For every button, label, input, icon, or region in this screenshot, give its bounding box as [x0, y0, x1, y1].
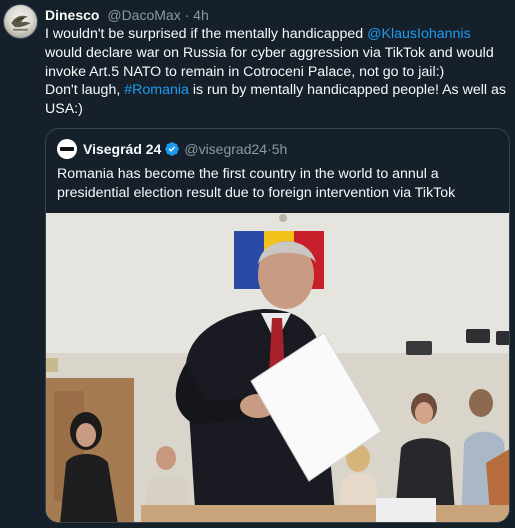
- quoted-author-avatar[interactable]: [57, 139, 77, 159]
- quoted-tweet-header: Visegrád 24 @visegrad24 · 5h: [57, 139, 288, 159]
- election-photo-illustration: [46, 213, 509, 522]
- hashtag-link[interactable]: #Romania: [124, 82, 189, 98]
- tweet-text-part: Don't laugh,: [45, 82, 125, 99]
- quoted-tweet[interactable]: Visegrád 24 @visegrad24 · 5h Romania has…: [45, 128, 510, 523]
- tweet-text: I wouldn't be surprised if the mentally …: [45, 25, 510, 119]
- verified-badge-icon: [165, 142, 180, 156]
- mention-link[interactable]: @KlausIohannis: [367, 26, 471, 42]
- quoted-author-name[interactable]: Visegrád 24: [83, 140, 161, 158]
- tweet[interactable]: Dinesco @DacoMax · 4h I wouldn't be surp…: [0, 0, 515, 528]
- quoted-tweet-text: Romania has become the first country in …: [57, 166, 456, 201]
- tweet-text-part: would declare war on Russia for cyber ag…: [45, 44, 494, 80]
- dove-logo-icon: [11, 15, 31, 31]
- quoted-author-handle[interactable]: @visegrad24: [184, 140, 267, 158]
- quoted-tweet-photo[interactable]: [46, 213, 509, 522]
- separator-dot: ·: [184, 7, 190, 23]
- author-name[interactable]: Dinesco: [45, 7, 99, 23]
- tweet-timestamp[interactable]: 4h: [193, 7, 209, 23]
- tweet-text-part: I wouldn't be surprised if the mentally …: [45, 26, 368, 42]
- tweet-header: Dinesco @DacoMax · 4h: [45, 6, 209, 24]
- author-avatar[interactable]: [3, 4, 38, 39]
- quoted-tweet-timestamp[interactable]: 5h: [272, 140, 288, 158]
- author-handle[interactable]: @DacoMax: [107, 7, 180, 23]
